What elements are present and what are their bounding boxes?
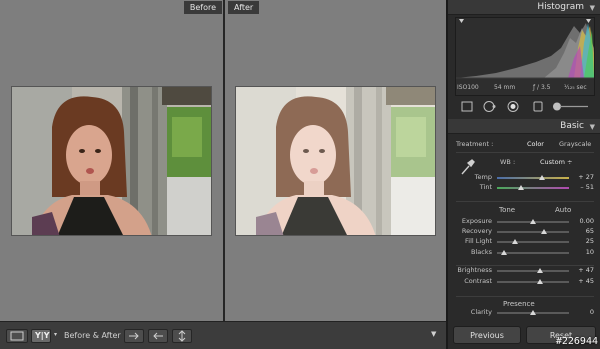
- collapse-icon[interactable]: ▼: [590, 123, 595, 131]
- separator: [456, 296, 594, 297]
- fill-light-label: Fill Light: [465, 237, 492, 245]
- watermark: #226944: [555, 336, 598, 347]
- temp-value[interactable]: + 27: [566, 173, 594, 181]
- blacks-value[interactable]: 10: [566, 248, 594, 256]
- tool-strip: [452, 98, 597, 115]
- treatment-label: Treatment :: [456, 140, 494, 148]
- swap-before-after-button[interactable]: [172, 329, 192, 343]
- after-pane[interactable]: After: [225, 0, 446, 321]
- basic-title: Basic: [560, 121, 584, 131]
- wb-preset-dropdown[interactable]: Custom ÷: [540, 158, 572, 166]
- temp-slider[interactable]: [497, 177, 569, 179]
- blacks-label: Blacks: [471, 248, 492, 256]
- loupe-view-button[interactable]: [6, 329, 28, 343]
- tone-auto-button[interactable]: Auto: [555, 206, 571, 214]
- before-photo-image: [12, 87, 211, 235]
- before-label: Before: [183, 1, 222, 14]
- tool-strip-icons: [461, 101, 588, 112]
- temp-slider-knob[interactable]: [538, 175, 545, 180]
- histogram[interactable]: ISO100 54 mm ƒ / 3.5 ¹⁄₁₂₅ sec: [455, 17, 595, 96]
- tint-slider[interactable]: [497, 187, 569, 189]
- tint-value[interactable]: – 51: [566, 183, 594, 191]
- collapse-icon[interactable]: ▼: [590, 4, 595, 12]
- toolbar-menu-icon[interactable]: ▼: [431, 330, 436, 338]
- previous-button[interactable]: Previous: [453, 326, 521, 344]
- treatment-color-option[interactable]: Color: [527, 140, 544, 148]
- brightness-label: Brightness: [457, 266, 492, 274]
- recovery-slider[interactable]: [497, 231, 569, 233]
- temp-label: Temp: [474, 173, 492, 181]
- before-after-view-button[interactable]: Y|Y: [31, 329, 51, 343]
- recovery-value[interactable]: 65: [566, 227, 594, 235]
- clarity-value[interactable]: 0: [566, 308, 594, 316]
- after-photo-image: [236, 87, 435, 235]
- separator: [456, 201, 594, 202]
- before-after-view-label: Y|Y: [35, 331, 50, 340]
- view-dropdown-icon[interactable]: ▾: [54, 331, 57, 338]
- wb-label: WB :: [500, 158, 516, 166]
- swap-icon: [178, 330, 186, 342]
- clarity-label: Clarity: [470, 308, 492, 316]
- recovery-slider-knob[interactable]: [540, 229, 547, 234]
- contrast-value[interactable]: + 45: [566, 277, 594, 285]
- brightness-slider-knob[interactable]: [537, 268, 544, 273]
- basic-header[interactable]: Basic ▼: [448, 119, 600, 134]
- brightness-value[interactable]: + 47: [566, 266, 594, 274]
- separator: [456, 265, 594, 266]
- fill-light-slider-knob[interactable]: [512, 239, 518, 244]
- tone-section-title: Tone: [499, 206, 516, 214]
- compare-area: Before After: [0, 0, 446, 321]
- exposure-label: Exposure: [461, 217, 492, 225]
- tint-label: Tint: [479, 183, 492, 191]
- histogram-focal-length: 54 mm: [494, 84, 516, 91]
- histogram-title: Histogram: [537, 2, 584, 12]
- histogram-shutter-speed: ¹⁄₁₂₅ sec: [564, 84, 587, 91]
- treatment-grayscale-option[interactable]: Grayscale: [559, 140, 591, 148]
- histogram-header[interactable]: Histogram ▼: [448, 0, 600, 15]
- fill-light-value[interactable]: 25: [566, 237, 594, 245]
- blacks-slider-knob[interactable]: [501, 250, 508, 255]
- before-pane[interactable]: Before: [0, 0, 223, 321]
- loupe-icon: [10, 331, 24, 341]
- histogram-iso: ISO100: [457, 84, 479, 91]
- blacks-slider[interactable]: [497, 252, 569, 254]
- tint-slider-knob[interactable]: [518, 185, 525, 190]
- copy-left-icon: [153, 332, 163, 340]
- after-photo[interactable]: [235, 86, 436, 236]
- histogram-aperture: ƒ / 3.5: [533, 84, 551, 91]
- after-label: After: [228, 1, 260, 14]
- recovery-label: Recovery: [461, 227, 492, 235]
- before-photo[interactable]: [11, 86, 212, 236]
- contrast-label: Contrast: [464, 277, 492, 285]
- brightness-slider[interactable]: [497, 270, 569, 272]
- before-after-label: Before & After :: [64, 331, 126, 340]
- copy-right-icon: [129, 332, 139, 340]
- bottom-toolbar: Y|Y ▾ Before & After : ▼: [0, 321, 446, 349]
- separator: [456, 152, 594, 153]
- clarity-slider-knob[interactable]: [530, 310, 536, 315]
- exposure-slider-knob[interactable]: [530, 219, 536, 224]
- fill-light-slider[interactable]: [497, 241, 569, 243]
- develop-panel: Histogram ▼ ISO100 54 mm ƒ / 3.5 ¹⁄₁₂₅ s…: [446, 0, 600, 349]
- copy-before-to-after-button[interactable]: [124, 329, 144, 343]
- contrast-slider[interactable]: [497, 281, 569, 283]
- copy-after-to-before-button[interactable]: [148, 329, 168, 343]
- presence-section-title: Presence: [503, 300, 535, 308]
- contrast-slider-knob[interactable]: [537, 279, 544, 284]
- exposure-value[interactable]: 0.00: [566, 217, 594, 225]
